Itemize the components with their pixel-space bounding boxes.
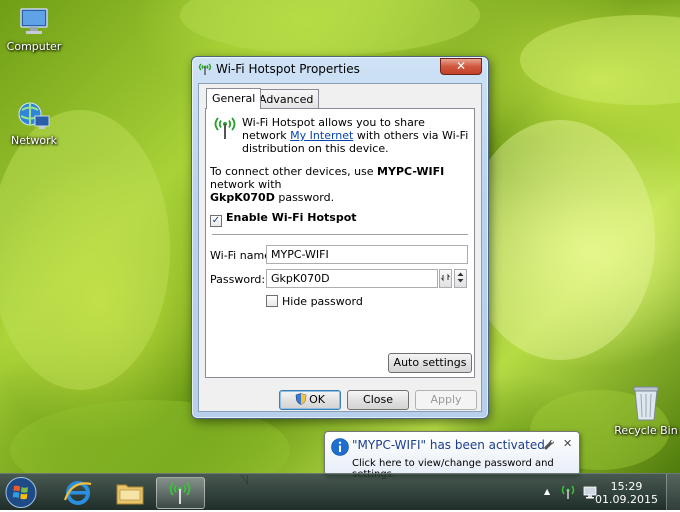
- connect-text-part: network with: [210, 178, 282, 191]
- tab-advanced[interactable]: Advanced: [253, 89, 320, 108]
- info-icon: [331, 438, 349, 456]
- separator: [212, 234, 468, 235]
- enable-hotspot-label: Enable Wi-Fi Hotspot: [226, 211, 357, 224]
- general-tab-panel: Wi-Fi Hotspot allows you to share networ…: [205, 108, 475, 378]
- password-spinner[interactable]: [454, 269, 467, 288]
- show-desktop-button[interactable]: [666, 474, 680, 511]
- desktop-icon-network[interactable]: Network: [0, 100, 70, 147]
- spin-up-down-icon: [457, 272, 464, 283]
- desktop-icon-label: Recycle Bin: [614, 424, 678, 437]
- internet-explorer-icon: [63, 481, 92, 505]
- hide-password-checkbox[interactable]: Hide password: [266, 295, 363, 308]
- dialog-client-area: General Advanced Wi-Fi Hotspot allows yo…: [198, 83, 482, 412]
- password-label: Password:: [210, 273, 266, 286]
- connect-text-part: To connect other devices, use: [210, 165, 378, 178]
- close-icon: ✕: [455, 59, 467, 73]
- network-icon: [18, 102, 50, 129]
- tray-show-hidden-icons[interactable]: ▲: [544, 487, 550, 496]
- taskbar: ▲ 15:29 01.09.2015: [0, 473, 680, 511]
- recycle-bin-icon: [633, 386, 659, 421]
- wifi-name-label: Wi-Fi name:: [210, 249, 275, 262]
- hotspot-antenna-icon: [169, 482, 191, 504]
- taskbar-windows-explorer[interactable]: [104, 477, 156, 509]
- my-internet-link[interactable]: My Internet: [290, 129, 353, 142]
- checkbox-checked-icon[interactable]: ✓: [210, 215, 222, 227]
- windows-start-orb-icon: [5, 477, 37, 508]
- wrench-icon[interactable]: [543, 439, 555, 451]
- balloon-close-icon[interactable]: ✕: [563, 437, 572, 450]
- balloon-title: "MYPC-WIFI" has been activated: [352, 438, 545, 452]
- ok-label: OK: [309, 393, 325, 406]
- desktop-icon-label: Computer: [6, 40, 62, 53]
- intro-text: Wi-Fi Hotspot allows you to share networ…: [242, 116, 470, 155]
- close-button[interactable]: Close: [347, 390, 409, 410]
- tab-label: General: [212, 92, 256, 105]
- swap-arrows-icon: [441, 273, 450, 282]
- hotspot-antenna-icon: [214, 117, 236, 139]
- password-bold: GkpK070D: [210, 191, 275, 204]
- uac-shield-icon: [295, 393, 307, 405]
- dialog-title: Wi-Fi Hotspot Properties: [216, 62, 360, 76]
- password-input[interactable]: [266, 269, 438, 288]
- dialog-titlebar[interactable]: Wi-Fi Hotspot Properties ✕: [192, 57, 488, 81]
- desktop-icon-label: Network: [11, 134, 57, 147]
- start-button[interactable]: [4, 476, 40, 509]
- wifi-hotspot-properties-dialog: Wi-Fi Hotspot Properties ✕ General Advan…: [191, 56, 489, 419]
- ok-button[interactable]: OK: [279, 390, 341, 410]
- tab-label: Advanced: [259, 93, 314, 106]
- apply-button[interactable]: Apply: [415, 390, 477, 410]
- reveal-password-button[interactable]: [439, 269, 452, 288]
- computer-icon: [20, 8, 48, 34]
- tray-hotspot-icon[interactable]: [561, 484, 575, 500]
- hotspot-activated-balloon[interactable]: "MYPC-WIFI" has been activated Click her…: [324, 431, 580, 480]
- desktop-icon-computer[interactable]: Computer: [0, 6, 70, 53]
- wifi-name-input[interactable]: [266, 245, 468, 264]
- clock-time: 15:29: [610, 480, 643, 493]
- taskbar-internet-explorer[interactable]: [52, 477, 104, 509]
- auto-settings-button[interactable]: Auto settings: [388, 353, 472, 373]
- taskbar-wifi-hotspot[interactable]: [156, 477, 205, 509]
- hide-password-label: Hide password: [282, 295, 363, 308]
- folder-icon: [116, 484, 144, 505]
- network-name-bold: MYPC-WIFI: [377, 165, 445, 178]
- enable-hotspot-checkbox[interactable]: ✓ Enable Wi-Fi Hotspot: [210, 211, 357, 227]
- tab-general[interactable]: General: [206, 88, 262, 109]
- hotspot-antenna-icon: [198, 63, 212, 75]
- clock-date: 01.09.2015: [595, 493, 658, 506]
- dialog-close-button[interactable]: ✕: [440, 58, 482, 75]
- connect-instructions: To connect other devices, use MYPC-WIFI …: [210, 165, 472, 204]
- desktop-icon-recycle-bin[interactable]: Recycle Bin: [610, 384, 680, 437]
- connect-text-part: password.: [274, 191, 335, 204]
- checkbox-unchecked-icon[interactable]: [266, 295, 278, 307]
- tray-clock[interactable]: 15:29 01.09.2015: [595, 480, 658, 506]
